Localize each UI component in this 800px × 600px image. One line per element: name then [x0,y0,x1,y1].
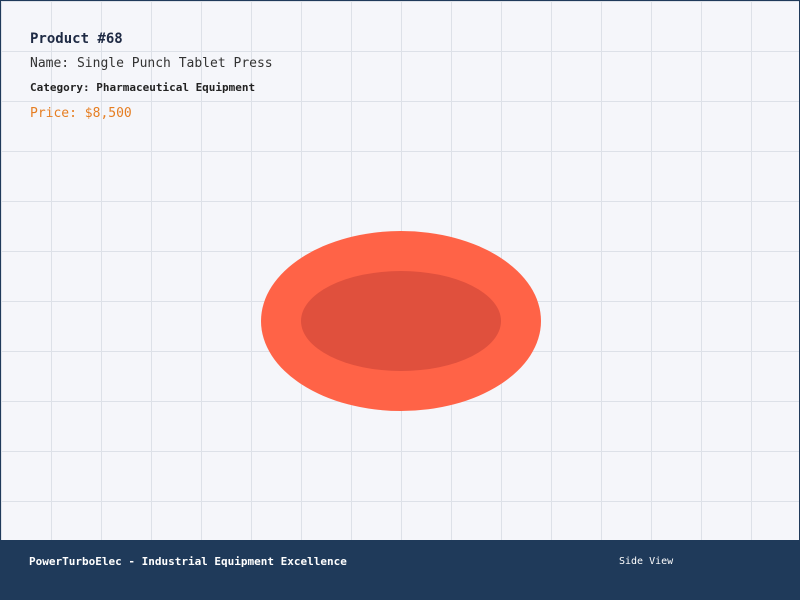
product-title: Product #68 [30,31,123,47]
product-canvas: Product #68 Name: Single Punch Tablet Pr… [0,0,800,541]
product-price: Price: $8,500 [30,106,132,121]
product-illustration [261,231,541,411]
product-inner-shape [301,271,501,371]
product-category: Category: Pharmaceutical Equipment [30,81,256,94]
footer-view-label: Side View [619,556,674,567]
footer-brand-text: PowerTurboElec - Industrial Equipment Ex… [29,555,347,568]
footer-bar: PowerTurboElec - Industrial Equipment Ex… [0,540,800,600]
product-name: Name: Single Punch Tablet Press [30,56,273,71]
